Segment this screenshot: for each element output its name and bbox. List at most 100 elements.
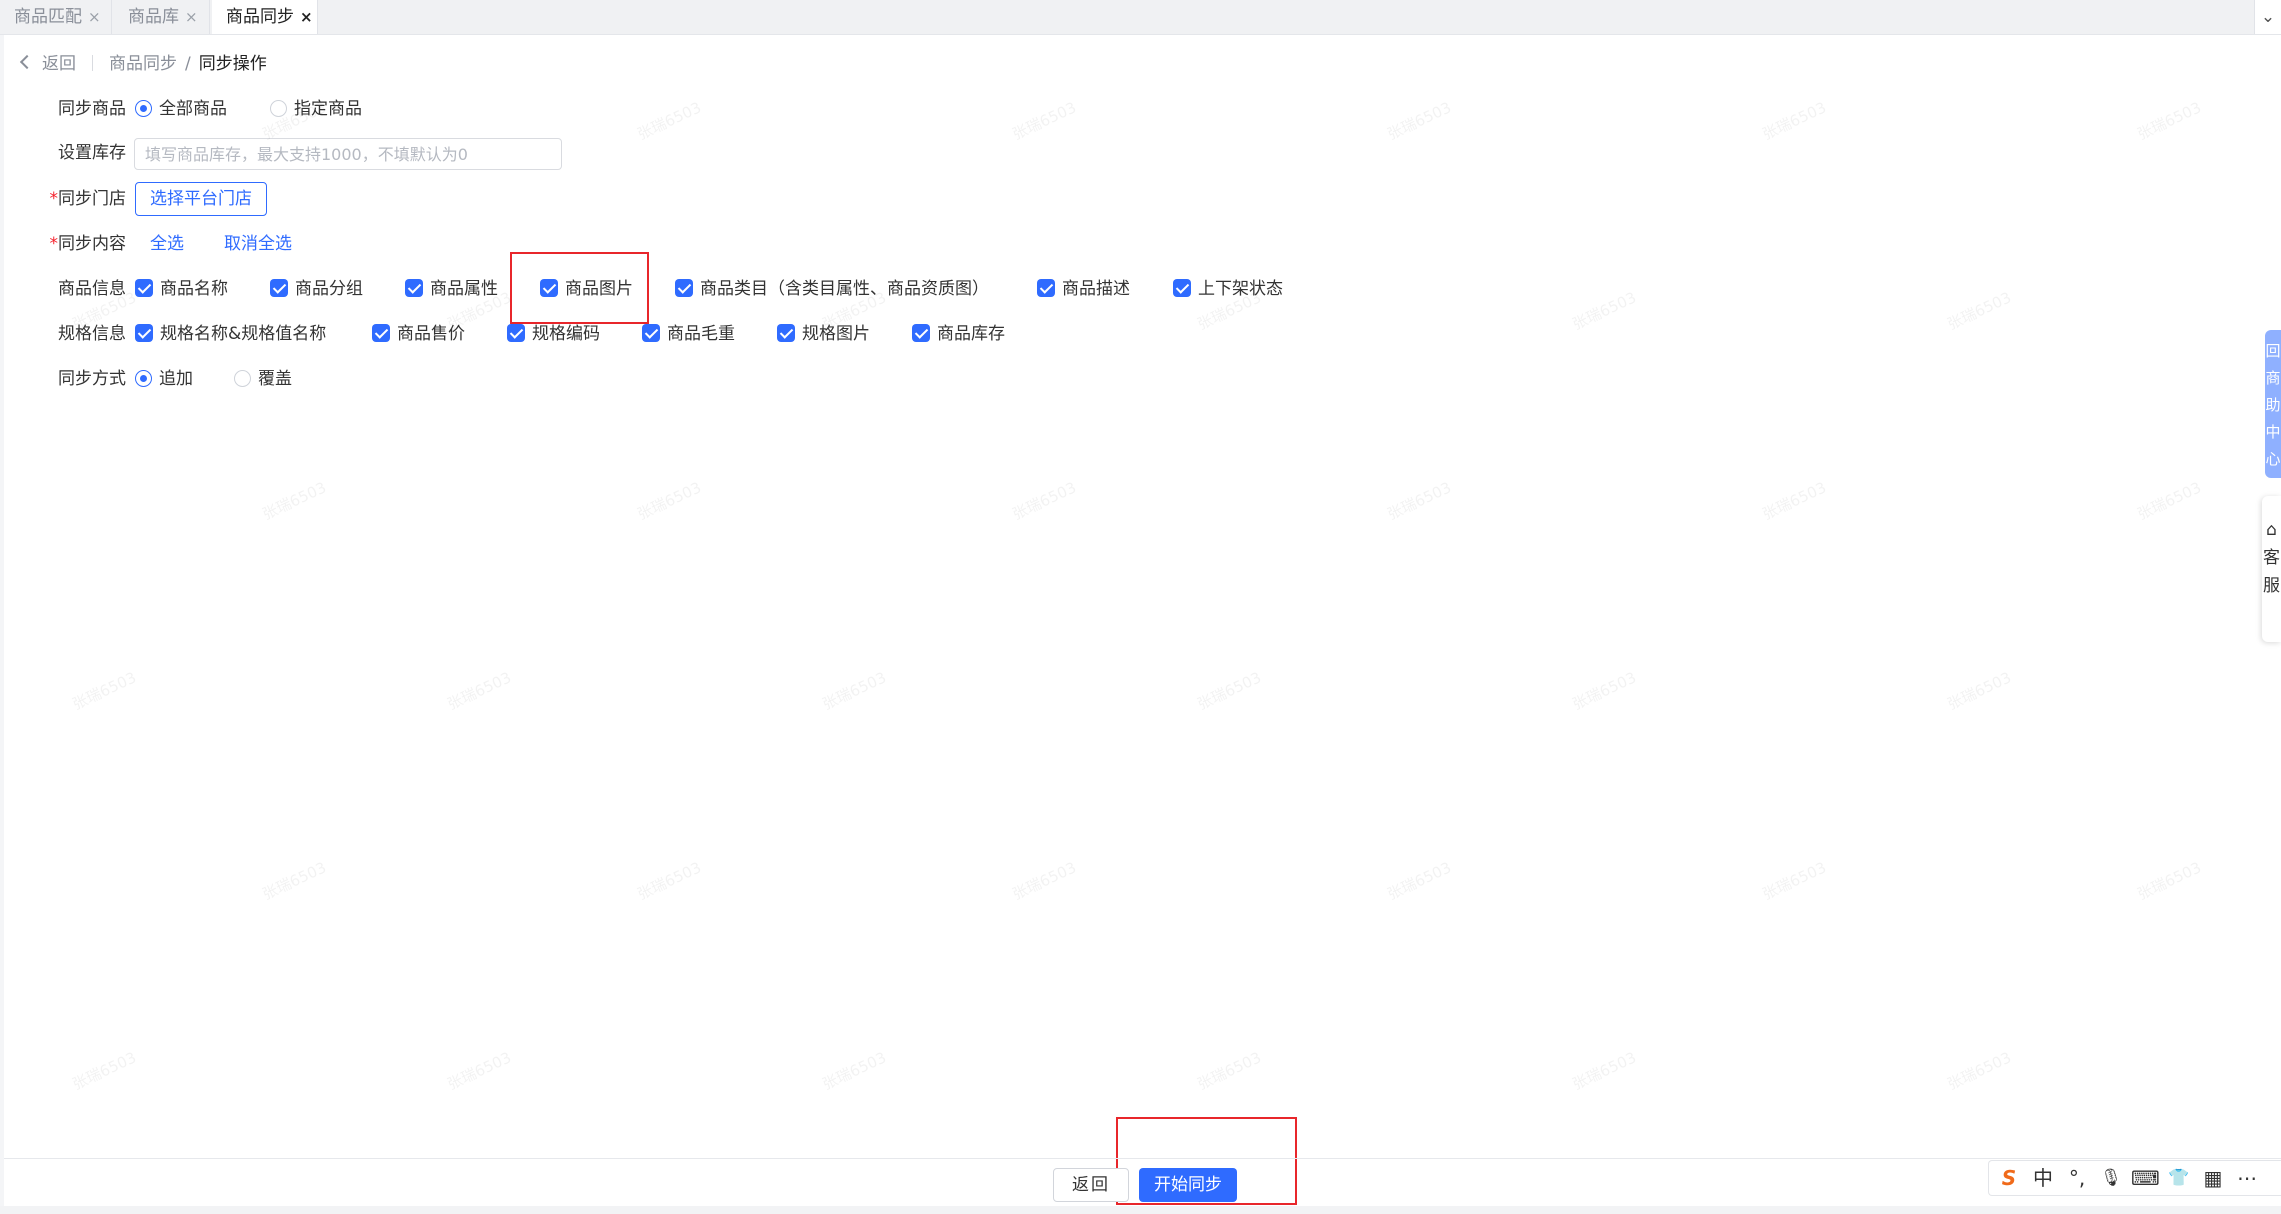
skin-icon[interactable]: 👕 — [2165, 1161, 2193, 1195]
close-icon[interactable]: × — [88, 8, 101, 26]
watermark-text: 张瑞6503 — [1569, 668, 1640, 714]
checkbox-checked-icon — [1173, 279, 1191, 297]
back-button[interactable]: 返回 — [1053, 1168, 1129, 1202]
checkbox-goods-attr[interactable]: 商品属性 — [405, 274, 498, 304]
checkbox-goods-stock[interactable]: 商品库存 — [912, 319, 1005, 349]
label-sync-goods: 同步商品 — [58, 99, 126, 119]
help-center-text: 回商助中心 — [2265, 342, 2281, 468]
radio-label: 追加 — [159, 369, 193, 389]
checkbox-checked-icon — [777, 324, 795, 342]
watermark-text: 张瑞6503 — [444, 668, 515, 714]
radio-append[interactable]: 追加 — [135, 364, 193, 394]
watermark-text: 张瑞6503 — [2134, 858, 2205, 904]
watermark-text: 张瑞6503 — [1944, 668, 2015, 714]
watermark-text: 张瑞6503 — [634, 858, 705, 904]
tab-goods-sync[interactable]: 商品同步 × — [212, 0, 318, 34]
checkbox-checked-icon — [135, 324, 153, 342]
bottom-strip — [0, 1206, 2281, 1214]
watermark-text: 张瑞6503 — [1384, 858, 1455, 904]
checkbox-label: 商品售价 — [397, 324, 465, 344]
tab-label: 商品库 — [128, 7, 179, 27]
close-icon[interactable]: × — [185, 8, 198, 26]
divider — [92, 55, 93, 71]
checkbox-shelf-status[interactable]: 上下架状态 — [1173, 274, 1283, 304]
checkbox-goods-category[interactable]: 商品类目（含类目属性、商品资质图） — [675, 274, 989, 304]
radio-checked-icon — [135, 100, 152, 117]
watermark-text: 张瑞6503 — [1384, 98, 1455, 144]
checkbox-label: 商品名称 — [160, 279, 228, 299]
help-center-float[interactable]: 回商助中心 — [2265, 330, 2281, 478]
back-link[interactable]: 返回 — [19, 54, 76, 74]
highlight-box-goods-image — [510, 252, 649, 324]
radio-label: 覆盖 — [258, 369, 292, 389]
checkbox-spec-image[interactable]: 规格图片 — [777, 319, 870, 349]
checkbox-label: 上下架状态 — [1198, 279, 1283, 299]
watermark-text: 张瑞6503 — [1009, 98, 1080, 144]
radio-unchecked-icon — [270, 100, 287, 117]
row-store: *同步门店 选择平台门店 — [0, 182, 700, 216]
close-icon[interactable]: × — [300, 8, 313, 26]
tab-label: 商品匹配 — [14, 7, 82, 27]
select-all-link[interactable]: 全选 — [150, 229, 184, 259]
tab-goods-match[interactable]: 商品匹配 × — [0, 0, 112, 34]
watermark-text: 张瑞6503 — [1759, 858, 1830, 904]
checkbox-checked-icon — [912, 324, 930, 342]
tab-label: 商品同步 — [226, 7, 294, 27]
ime-mode-toggle[interactable]: 中 — [2029, 1161, 2057, 1195]
stock-input[interactable] — [134, 138, 562, 170]
checkbox-checked-icon — [642, 324, 660, 342]
watermark-text: 张瑞6503 — [1944, 1048, 2015, 1094]
grid-icon[interactable]: ▦ — [2199, 1161, 2227, 1195]
ime-punctuation-icon[interactable]: °, — [2063, 1161, 2091, 1195]
radio-unchecked-icon — [234, 370, 251, 387]
checkbox-label: 商品描述 — [1062, 279, 1130, 299]
row-sync-mode: 同步方式 追加 覆盖 — [0, 364, 700, 394]
more-icon[interactable]: ⋯ — [2233, 1161, 2261, 1195]
watermark-text: 张瑞6503 — [69, 668, 140, 714]
checkbox-checked-icon — [675, 279, 693, 297]
tab-bar: 商品匹配 × 商品库 × 商品同步 × ⌄ — [0, 0, 2281, 35]
sogou-logo-icon[interactable]: S — [1995, 1161, 2023, 1195]
required-mark: * — [49, 234, 59, 254]
keyboard-icon[interactable]: ⌨ — [2131, 1161, 2160, 1195]
watermark-text: 张瑞6503 — [2134, 98, 2205, 144]
row-sync-goods: 同步商品 全部商品 指定商品 — [0, 94, 700, 124]
breadcrumb-separator: / — [185, 54, 191, 74]
checkbox-label: 商品属性 — [430, 279, 498, 299]
start-sync-button[interactable]: 开始同步 — [1139, 1168, 1237, 1202]
customer-service-float[interactable]: ⌂客服 — [2262, 496, 2281, 642]
checkbox-label: 规格名称&规格值名称 — [160, 324, 327, 344]
tab-goods-library[interactable]: 商品库 × — [114, 0, 210, 34]
chevron-down-icon[interactable]: ⌄ — [2254, 0, 2281, 34]
watermark-text: 张瑞6503 — [634, 478, 705, 524]
watermark-text: 张瑞6503 — [1944, 288, 2015, 334]
watermark-text: 张瑞6503 — [2134, 478, 2205, 524]
checkbox-label: 商品毛重 — [667, 324, 735, 344]
checkbox-sale-price[interactable]: 商品售价 — [372, 319, 465, 349]
radio-overwrite[interactable]: 覆盖 — [234, 364, 292, 394]
radio-label: 指定商品 — [294, 99, 362, 119]
watermark-text: 张瑞6503 — [1384, 478, 1455, 524]
deselect-all-link[interactable]: 取消全选 — [224, 229, 292, 259]
watermark-text: 张瑞6503 — [444, 1048, 515, 1094]
watermark-text: 张瑞6503 — [1194, 668, 1265, 714]
watermark-text: 张瑞6503 — [259, 858, 330, 904]
radio-all-goods[interactable]: 全部商品 — [135, 94, 227, 124]
watermark-text: 张瑞6503 — [1009, 858, 1080, 904]
radio-label: 全部商品 — [159, 99, 227, 119]
radio-specific-goods[interactable]: 指定商品 — [270, 94, 362, 124]
checkbox-checked-icon — [507, 324, 525, 342]
label-goods-info: 商品信息 — [58, 279, 126, 299]
checkbox-goods-desc[interactable]: 商品描述 — [1037, 274, 1130, 304]
select-store-button[interactable]: 选择平台门店 — [135, 182, 267, 216]
breadcrumb-parent[interactable]: 商品同步 — [109, 54, 177, 74]
watermark-text: 张瑞6503 — [69, 1048, 140, 1094]
checkbox-goods-group[interactable]: 商品分组 — [270, 274, 363, 304]
checkbox-gross-weight[interactable]: 商品毛重 — [642, 319, 735, 349]
microphone-icon[interactable]: 🎙 — [2097, 1161, 2125, 1195]
checkbox-goods-name[interactable]: 商品名称 — [135, 274, 228, 304]
label-stock: 设置库存 — [58, 143, 126, 163]
checkbox-spec-name[interactable]: 规格名称&规格值名称 — [135, 319, 326, 349]
watermark-text: 张瑞6503 — [1759, 98, 1830, 144]
chevron-left-icon — [19, 54, 35, 70]
